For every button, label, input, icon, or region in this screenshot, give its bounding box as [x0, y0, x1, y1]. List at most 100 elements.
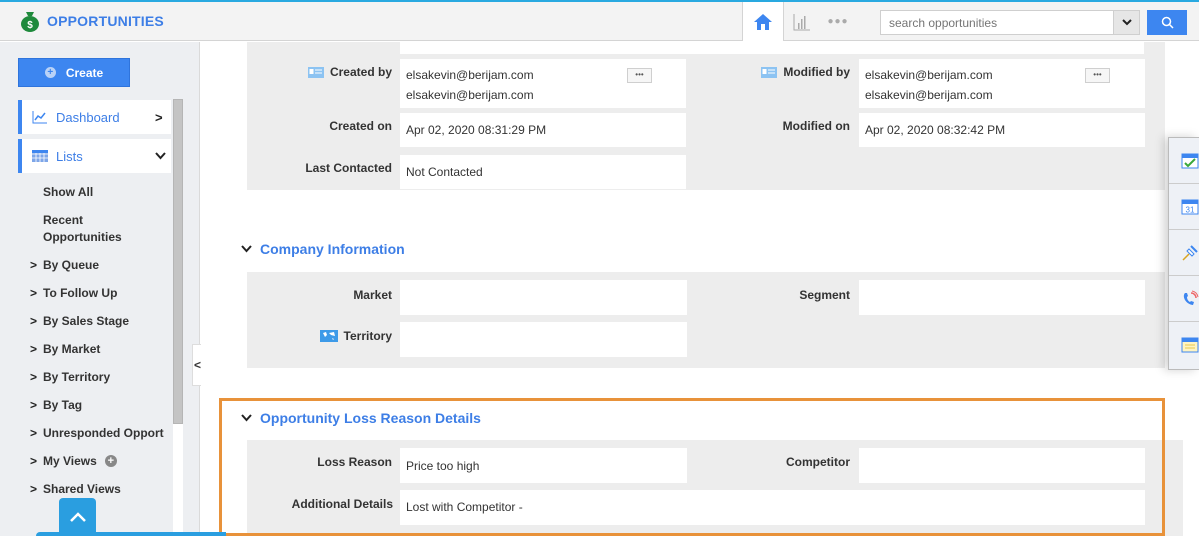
world-map-icon	[319, 330, 338, 342]
chevron-down-icon	[1121, 19, 1132, 26]
lists-icon	[32, 150, 48, 162]
modified-by-label: Modified by	[702, 64, 850, 80]
tree-item-shared-views[interactable]: > Shared Views	[30, 482, 121, 496]
modified-on-label: Modified on	[782, 119, 850, 133]
created-by-value-2: elsakevin@berijam.com	[406, 88, 534, 102]
chevron-right-icon: >	[30, 398, 38, 412]
tree-item-label: By Queue	[43, 258, 100, 272]
created-by-value[interactable]: elsakevin@berijam.com	[406, 68, 534, 82]
market-label: Market	[353, 288, 392, 302]
reports-icon	[793, 13, 810, 30]
loss-reason-label: Loss Reason	[317, 455, 392, 469]
add-event-button[interactable]: 31	[1169, 184, 1199, 230]
chevron-left-icon: <	[193, 358, 201, 372]
chevron-right-icon: >	[30, 258, 38, 272]
top-bar: $ OPPORTUNITIES ●●●	[0, 0, 1199, 41]
tree-item-by-tag[interactable]: > By Tag	[30, 398, 82, 412]
add-view-icon[interactable]: +	[104, 455, 117, 467]
created-on-field: Apr 02, 2020 08:31:29 PM	[400, 113, 686, 147]
search-filter-dropdown[interactable]	[1113, 11, 1139, 34]
modified-by-field: elsakevin@berijam.com elsakevin@berijam.…	[859, 59, 1145, 108]
chevron-right-icon: >	[30, 454, 38, 468]
add-memo-button[interactable]	[1169, 322, 1199, 368]
search-input[interactable]	[881, 11, 1113, 34]
add-note-pin-icon	[1182, 244, 1198, 261]
add-note-button[interactable]	[1169, 230, 1199, 276]
chevron-down-icon	[241, 245, 252, 253]
sidebar: + Create Dashboard > Lists Show All Rece…	[0, 42, 200, 539]
segment-field[interactable]	[859, 280, 1145, 315]
scrollbar-thumb[interactable]	[173, 99, 183, 424]
home-button[interactable]	[742, 2, 784, 41]
created-on-label: Created on	[329, 119, 392, 133]
dashboard-icon	[32, 111, 47, 124]
chevron-down-icon	[241, 414, 252, 422]
tree-item-by-sales-stage[interactable]: > By Sales Stage	[30, 314, 129, 328]
record-detail: Created by elsakevin@berijam.com elsakev…	[201, 42, 1199, 536]
reports-button[interactable]	[784, 2, 820, 41]
modified-by-more-button[interactable]: •••	[1085, 68, 1110, 83]
chevron-right-icon: >	[30, 426, 38, 440]
list-show-all[interactable]: Show All	[43, 184, 93, 201]
company-info-panel: Market Territory Segment	[247, 272, 1165, 368]
modified-by-value-2: elsakevin@berijam.com	[865, 88, 993, 102]
created-on-value: Apr 02, 2020 08:31:29 PM	[406, 123, 547, 137]
sidebar-item-label: Lists	[56, 148, 83, 164]
list-recent-opportunities[interactable]: Recent Opportunities	[43, 212, 143, 246]
add-call-button[interactable]	[1169, 276, 1199, 322]
add-call-icon	[1183, 290, 1199, 305]
created-by-more-button[interactable]: •••	[627, 68, 652, 83]
modified-by-value[interactable]: elsakevin@berijam.com	[865, 68, 993, 82]
tree-item-by-queue[interactable]: > By Queue	[30, 258, 99, 272]
territory-field[interactable]	[400, 322, 687, 357]
sidebar-scrollbar[interactable]	[173, 99, 183, 539]
sidebar-item-label: Dashboard	[56, 109, 120, 125]
chevron-down-icon	[155, 152, 166, 160]
contact-card-icon	[761, 66, 778, 78]
tree-item-label: Unresponded Opport	[43, 426, 164, 440]
chevron-up-icon	[69, 512, 86, 522]
more-button[interactable]: ●●●	[820, 2, 856, 41]
additional-details-field[interactable]: Lost with Competitor -	[400, 490, 1145, 525]
chevron-right-icon: >	[30, 314, 38, 328]
section-loss-reason-details[interactable]: Opportunity Loss Reason Details	[241, 410, 481, 426]
tree-item-label: By Sales Stage	[43, 314, 130, 328]
loss-reason-field[interactable]: Price too high	[400, 448, 687, 483]
label-text: Created by	[329, 65, 392, 79]
svg-text:$: $	[27, 20, 33, 31]
chevron-right-icon: >	[30, 370, 38, 384]
tree-item-label: Shared Views	[43, 482, 121, 496]
scroll-to-top-button[interactable]	[59, 498, 96, 536]
money-bag-icon: $	[21, 12, 39, 32]
search-icon	[1161, 16, 1174, 29]
competitor-field[interactable]	[859, 448, 1145, 483]
add-task-button[interactable]	[1169, 138, 1199, 184]
section-company-information[interactable]: Company Information	[241, 241, 405, 257]
label-text: Territory	[343, 329, 392, 343]
additional-details-label: Additional Details	[291, 497, 393, 511]
search-button[interactable]	[1147, 10, 1187, 35]
tree-item-by-territory[interactable]: > By Territory	[30, 370, 110, 384]
create-button[interactable]: + Create	[18, 58, 130, 87]
tree-item-label: To Follow Up	[43, 286, 118, 300]
system-info-panel: Created by elsakevin@berijam.com elsakev…	[247, 42, 1165, 190]
segment-label: Segment	[799, 288, 850, 302]
tree-item-my-views[interactable]: > My Views +	[30, 454, 117, 468]
tree-item-by-market[interactable]: > By Market	[30, 342, 100, 356]
modified-on-value: Apr 02, 2020 08:32:42 PM	[865, 123, 1006, 137]
bottom-bar	[36, 532, 226, 536]
sidebar-item-lists[interactable]: Lists	[18, 139, 171, 173]
app-brand[interactable]: $ OPPORTUNITIES	[20, 10, 164, 32]
last-contacted-value: Not Contacted	[406, 165, 483, 179]
floating-action-bar: 31	[1168, 137, 1199, 370]
tree-item-to-follow-up[interactable]: > To Follow Up	[30, 286, 117, 300]
add-memo-icon	[1181, 337, 1199, 353]
sidebar-item-dashboard[interactable]: Dashboard >	[18, 100, 171, 134]
home-icon	[754, 13, 772, 30]
chevron-right-icon: >	[30, 286, 38, 300]
market-field[interactable]	[400, 280, 687, 315]
add-task-icon	[1181, 153, 1199, 168]
last-contacted-field: Not Contacted	[400, 155, 686, 189]
tree-item-unresponded[interactable]: > Unresponded Opport	[30, 426, 164, 440]
section-title: Opportunity Loss Reason Details	[260, 410, 481, 426]
